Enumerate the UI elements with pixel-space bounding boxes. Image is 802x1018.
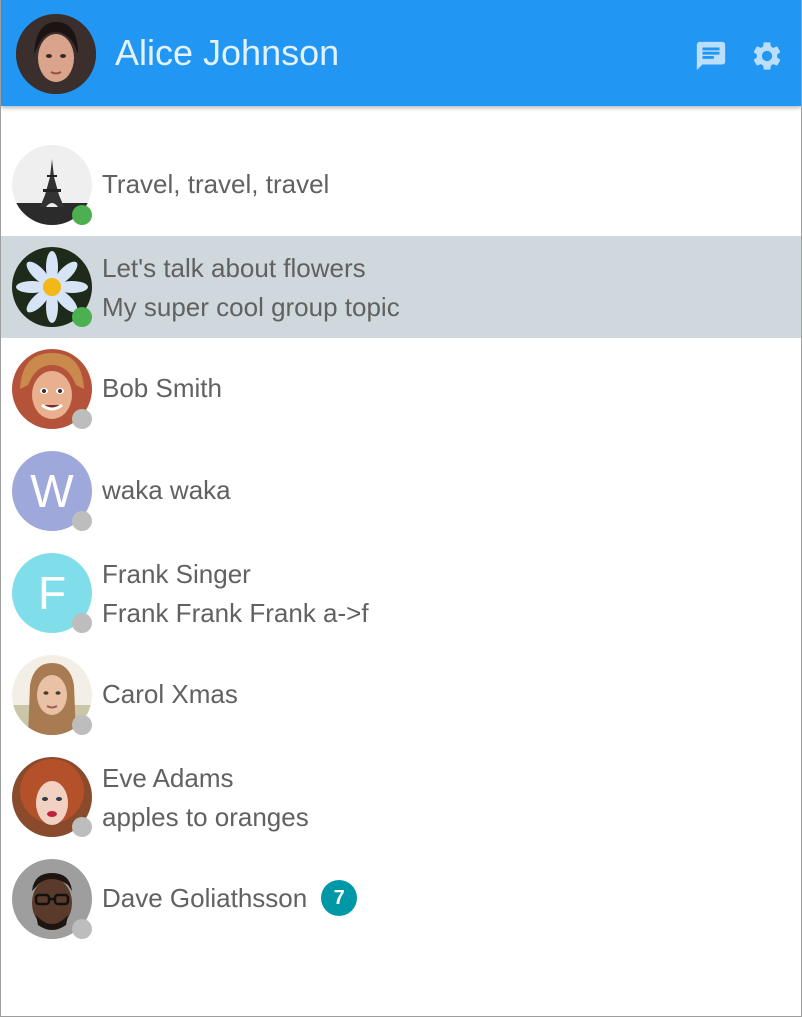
contact-subtitle: My super cool group topic [102,292,400,322]
contact-text: Bob Smith [102,370,791,406]
contact-name-row: Dave Goliathsson 7 [102,880,791,918]
contact-text: Dave Goliathsson 7 [102,880,791,918]
contact-item[interactable]: Dave Goliathsson 7 [1,848,801,950]
contact-item[interactable]: Let's talk about flowers My super cool g… [1,236,801,338]
contact-name: Frank Singer [102,559,251,589]
offline-status-indicator [72,919,92,939]
unread-count-badge: 7 [321,880,358,917]
gear-icon[interactable] [750,39,784,73]
online-status-indicator [72,307,92,327]
contact-item[interactable]: Carol Xmas [1,644,801,746]
contact-text: Carol Xmas [102,676,791,712]
contact-item[interactable]: W waka waka [1,440,801,542]
offline-status-indicator [72,613,92,633]
contact-item[interactable]: Bob Smith [1,338,801,440]
contact-item[interactable]: Eve Adams apples to oranges [1,746,801,848]
user-avatar[interactable] [16,14,96,94]
contact-name: Carol Xmas [102,679,238,709]
contact-subtitle: Frank Frank Frank a->f [102,598,369,628]
app-header: Alice Johnson [1,0,801,106]
offline-status-indicator [72,715,92,735]
online-status-indicator [72,205,92,225]
contact-text: Travel, travel, travel [102,166,791,202]
contact-text: waka waka [102,472,791,508]
offline-status-indicator [72,409,92,429]
chat-app-window: Alice Johnson Travel, travel, travel Let… [0,0,802,1017]
contact-name: Dave Goliathsson [102,883,308,913]
contact-item[interactable]: Travel, travel, travel [1,134,801,236]
contact-text: Eve Adams apples to oranges [102,760,791,835]
chat-icon[interactable] [694,39,728,73]
contact-subtitle: apples to oranges [102,802,309,832]
contact-name: Eve Adams [102,763,234,793]
offline-status-indicator [72,817,92,837]
contact-text: Frank Singer Frank Frank Frank a->f [102,556,791,631]
contact-item[interactable]: F Frank Singer Frank Frank Frank a->f [1,542,801,644]
offline-status-indicator [72,511,92,531]
contact-name: Let's talk about flowers [102,253,366,283]
contact-name: Travel, travel, travel [102,169,330,199]
contact-text: Let's talk about flowers My super cool g… [102,250,791,325]
header-title: Alice Johnson [115,32,340,73]
contact-list: Travel, travel, travel Let's talk about … [1,134,801,950]
contact-name: Bob Smith [102,373,222,403]
contact-name: waka waka [102,475,231,505]
